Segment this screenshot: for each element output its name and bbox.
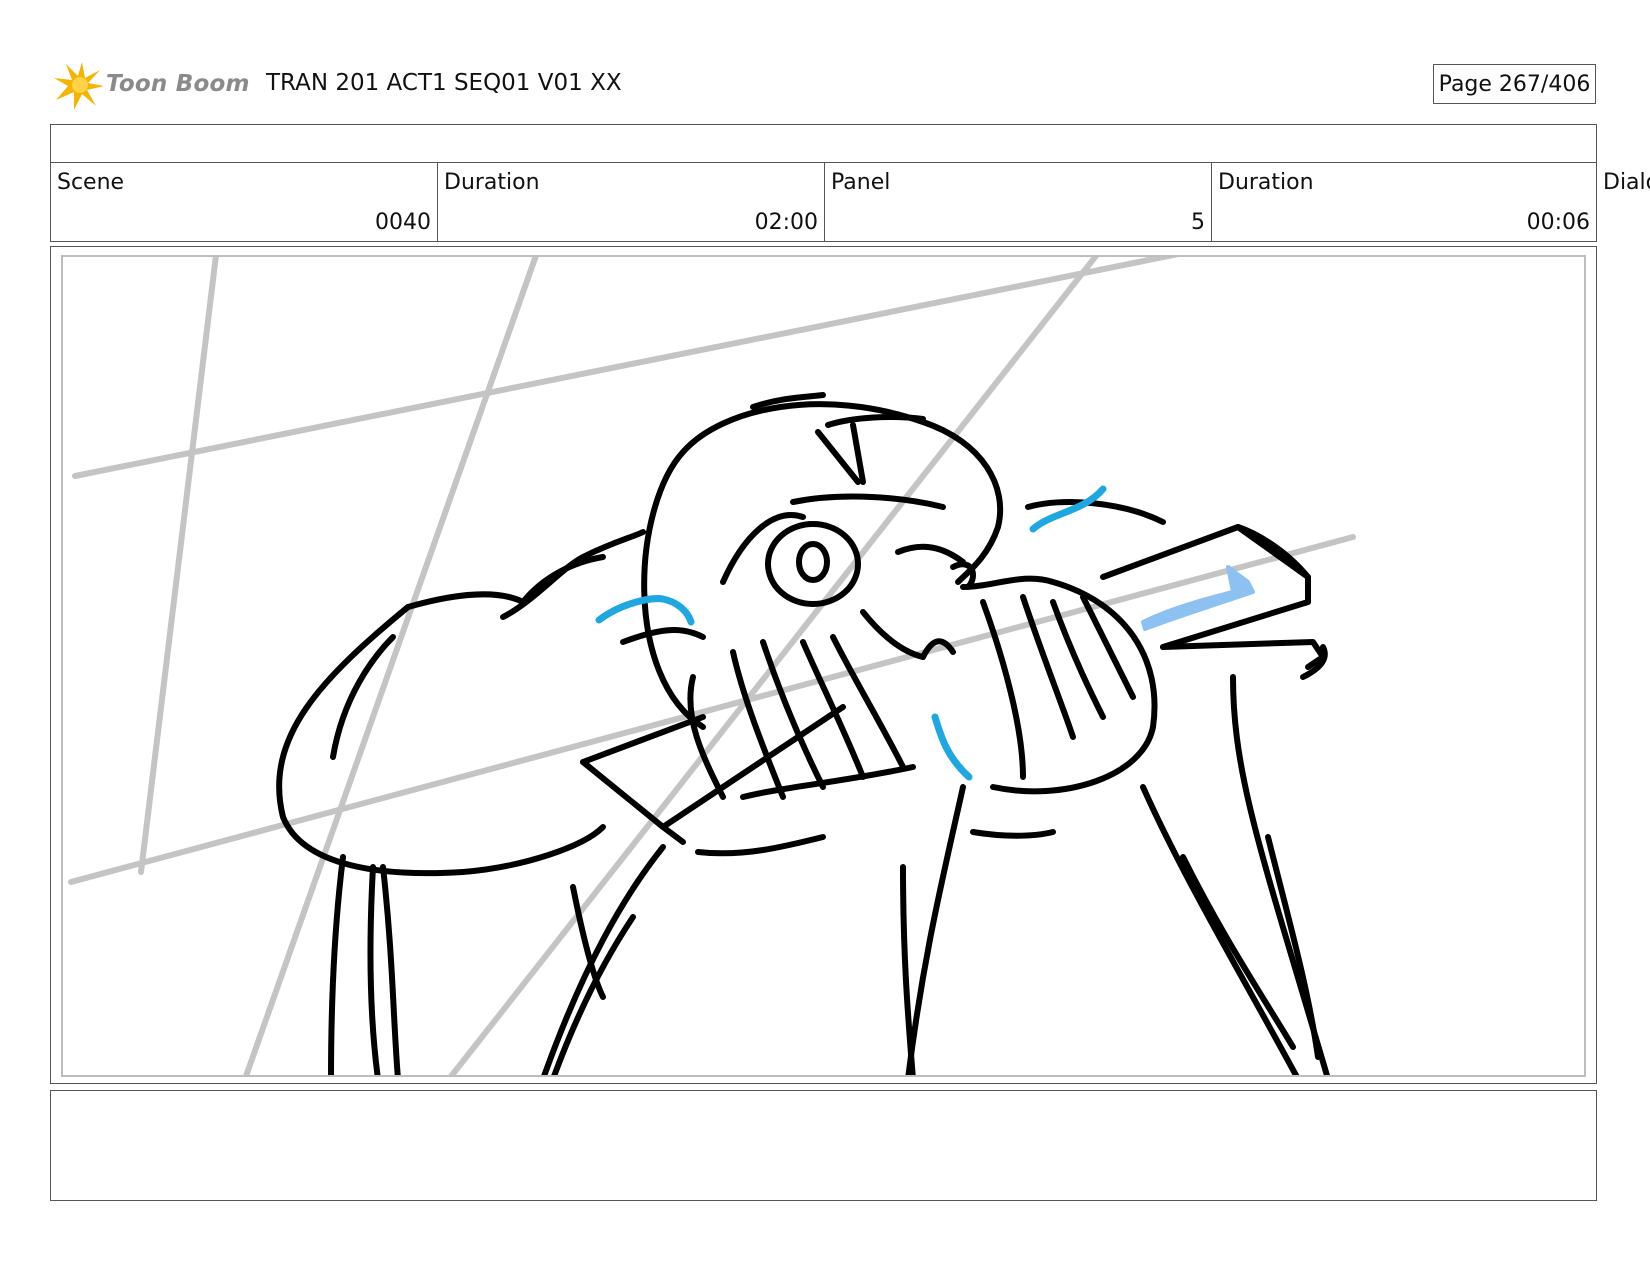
scene-duration-value: 02:00 — [754, 210, 818, 235]
document-title: TRAN 201 ACT1 SEQ01 V01 XX — [266, 70, 622, 96]
toon-boom-logo: Toon Boom — [52, 56, 250, 112]
panel-cell: Panel 5 — [824, 162, 1211, 242]
panel-label: Panel — [831, 170, 891, 195]
panel-duration-cell: Duration 00:06 — [1211, 162, 1597, 242]
scene-value: 0040 — [375, 210, 431, 235]
panel-value: 5 — [1191, 210, 1205, 235]
scene-cell: Scene 0040 — [50, 162, 437, 242]
scene-duration-label: Duration — [444, 170, 540, 195]
dialog-notes-box — [50, 1090, 1597, 1201]
logo-text: Toon Boom — [106, 71, 250, 97]
header-blank-bar — [50, 124, 1597, 163]
dialog-cell: Dialog — [1597, 162, 1650, 242]
dialog-label: Dialog — [1603, 170, 1650, 195]
panel-duration-value: 00:06 — [1526, 210, 1590, 235]
page-counter: Page 267/406 — [1433, 64, 1596, 104]
info-row: Scene 0040 Duration 02:00 Panel 5 Durati… — [50, 162, 1650, 242]
storyboard-sketch — [68, 257, 1356, 1075]
scene-duration-cell: Duration 02:00 — [437, 162, 824, 242]
scene-label: Scene — [57, 170, 125, 195]
panel-image — [61, 255, 1586, 1077]
panel-duration-label: Duration — [1218, 170, 1314, 195]
toon-boom-star-icon — [52, 56, 104, 112]
